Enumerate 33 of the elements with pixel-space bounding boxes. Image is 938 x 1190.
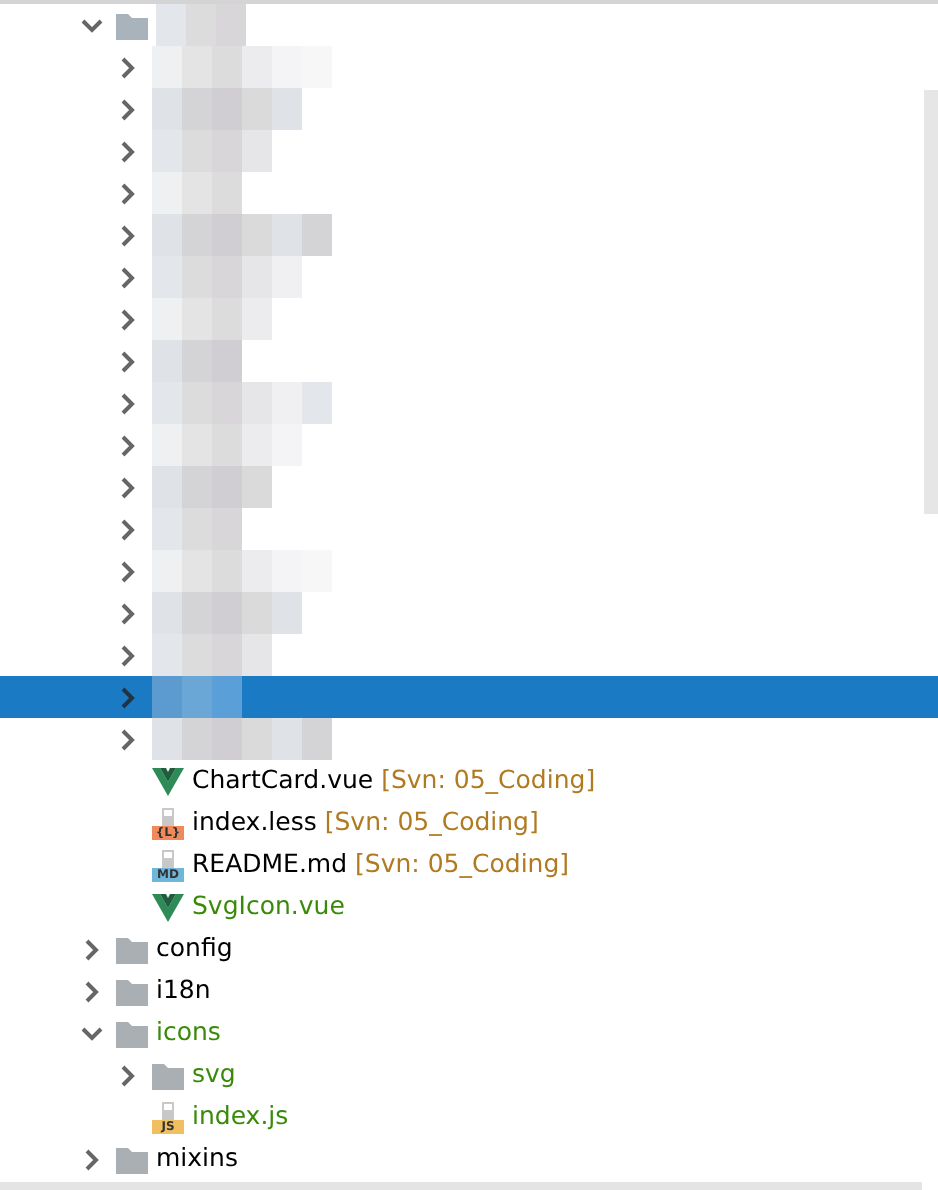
vue-file-icon bbox=[152, 893, 184, 921]
file-name: index.js bbox=[192, 1098, 289, 1135]
folder-name: svg bbox=[192, 1056, 236, 1093]
tree-row[interactable]: config bbox=[0, 928, 924, 970]
folder-icon bbox=[116, 935, 148, 963]
folder-icon bbox=[116, 11, 148, 39]
folder-name: i18n bbox=[156, 972, 211, 1009]
folder-icon bbox=[116, 1019, 148, 1047]
folder-icon bbox=[152, 1061, 184, 1089]
blurred-name bbox=[152, 130, 272, 172]
folder-name: mixins bbox=[156, 1140, 238, 1177]
svn-tag: [Svn: 05_Coding] bbox=[324, 804, 539, 842]
vue-file-icon bbox=[152, 767, 184, 795]
blurred-name bbox=[152, 298, 272, 340]
folder-name: config bbox=[156, 930, 233, 967]
tree-row[interactable]: i18n bbox=[0, 970, 924, 1012]
file-name: README.md bbox=[192, 846, 348, 883]
svn-tag: [Svn: 05_Coding] bbox=[381, 762, 596, 800]
folder-name: icons bbox=[156, 1014, 221, 1051]
tree-row[interactable]: mixins bbox=[0, 1138, 924, 1180]
tree-row[interactable]: ChartCard.vue [Svn: 05_Coding] bbox=[0, 760, 924, 802]
svn-tag: [Svn: 05_Coding] bbox=[355, 846, 570, 884]
blurred-name bbox=[152, 466, 272, 508]
tree-row[interactable]: icons bbox=[0, 1012, 924, 1054]
folder-icon bbox=[116, 977, 148, 1005]
file-name: ChartCard.vue bbox=[192, 762, 374, 799]
file-name: SvgIcon.vue bbox=[192, 888, 345, 925]
tree-row[interactable]: svg bbox=[0, 1054, 924, 1096]
tree-row[interactable]: SvgIcon.vue bbox=[0, 886, 924, 928]
blurred-name bbox=[152, 634, 272, 676]
folder-icon bbox=[116, 1145, 148, 1173]
file-name: index.less bbox=[192, 804, 317, 841]
scrollbar[interactable] bbox=[924, 90, 938, 514]
